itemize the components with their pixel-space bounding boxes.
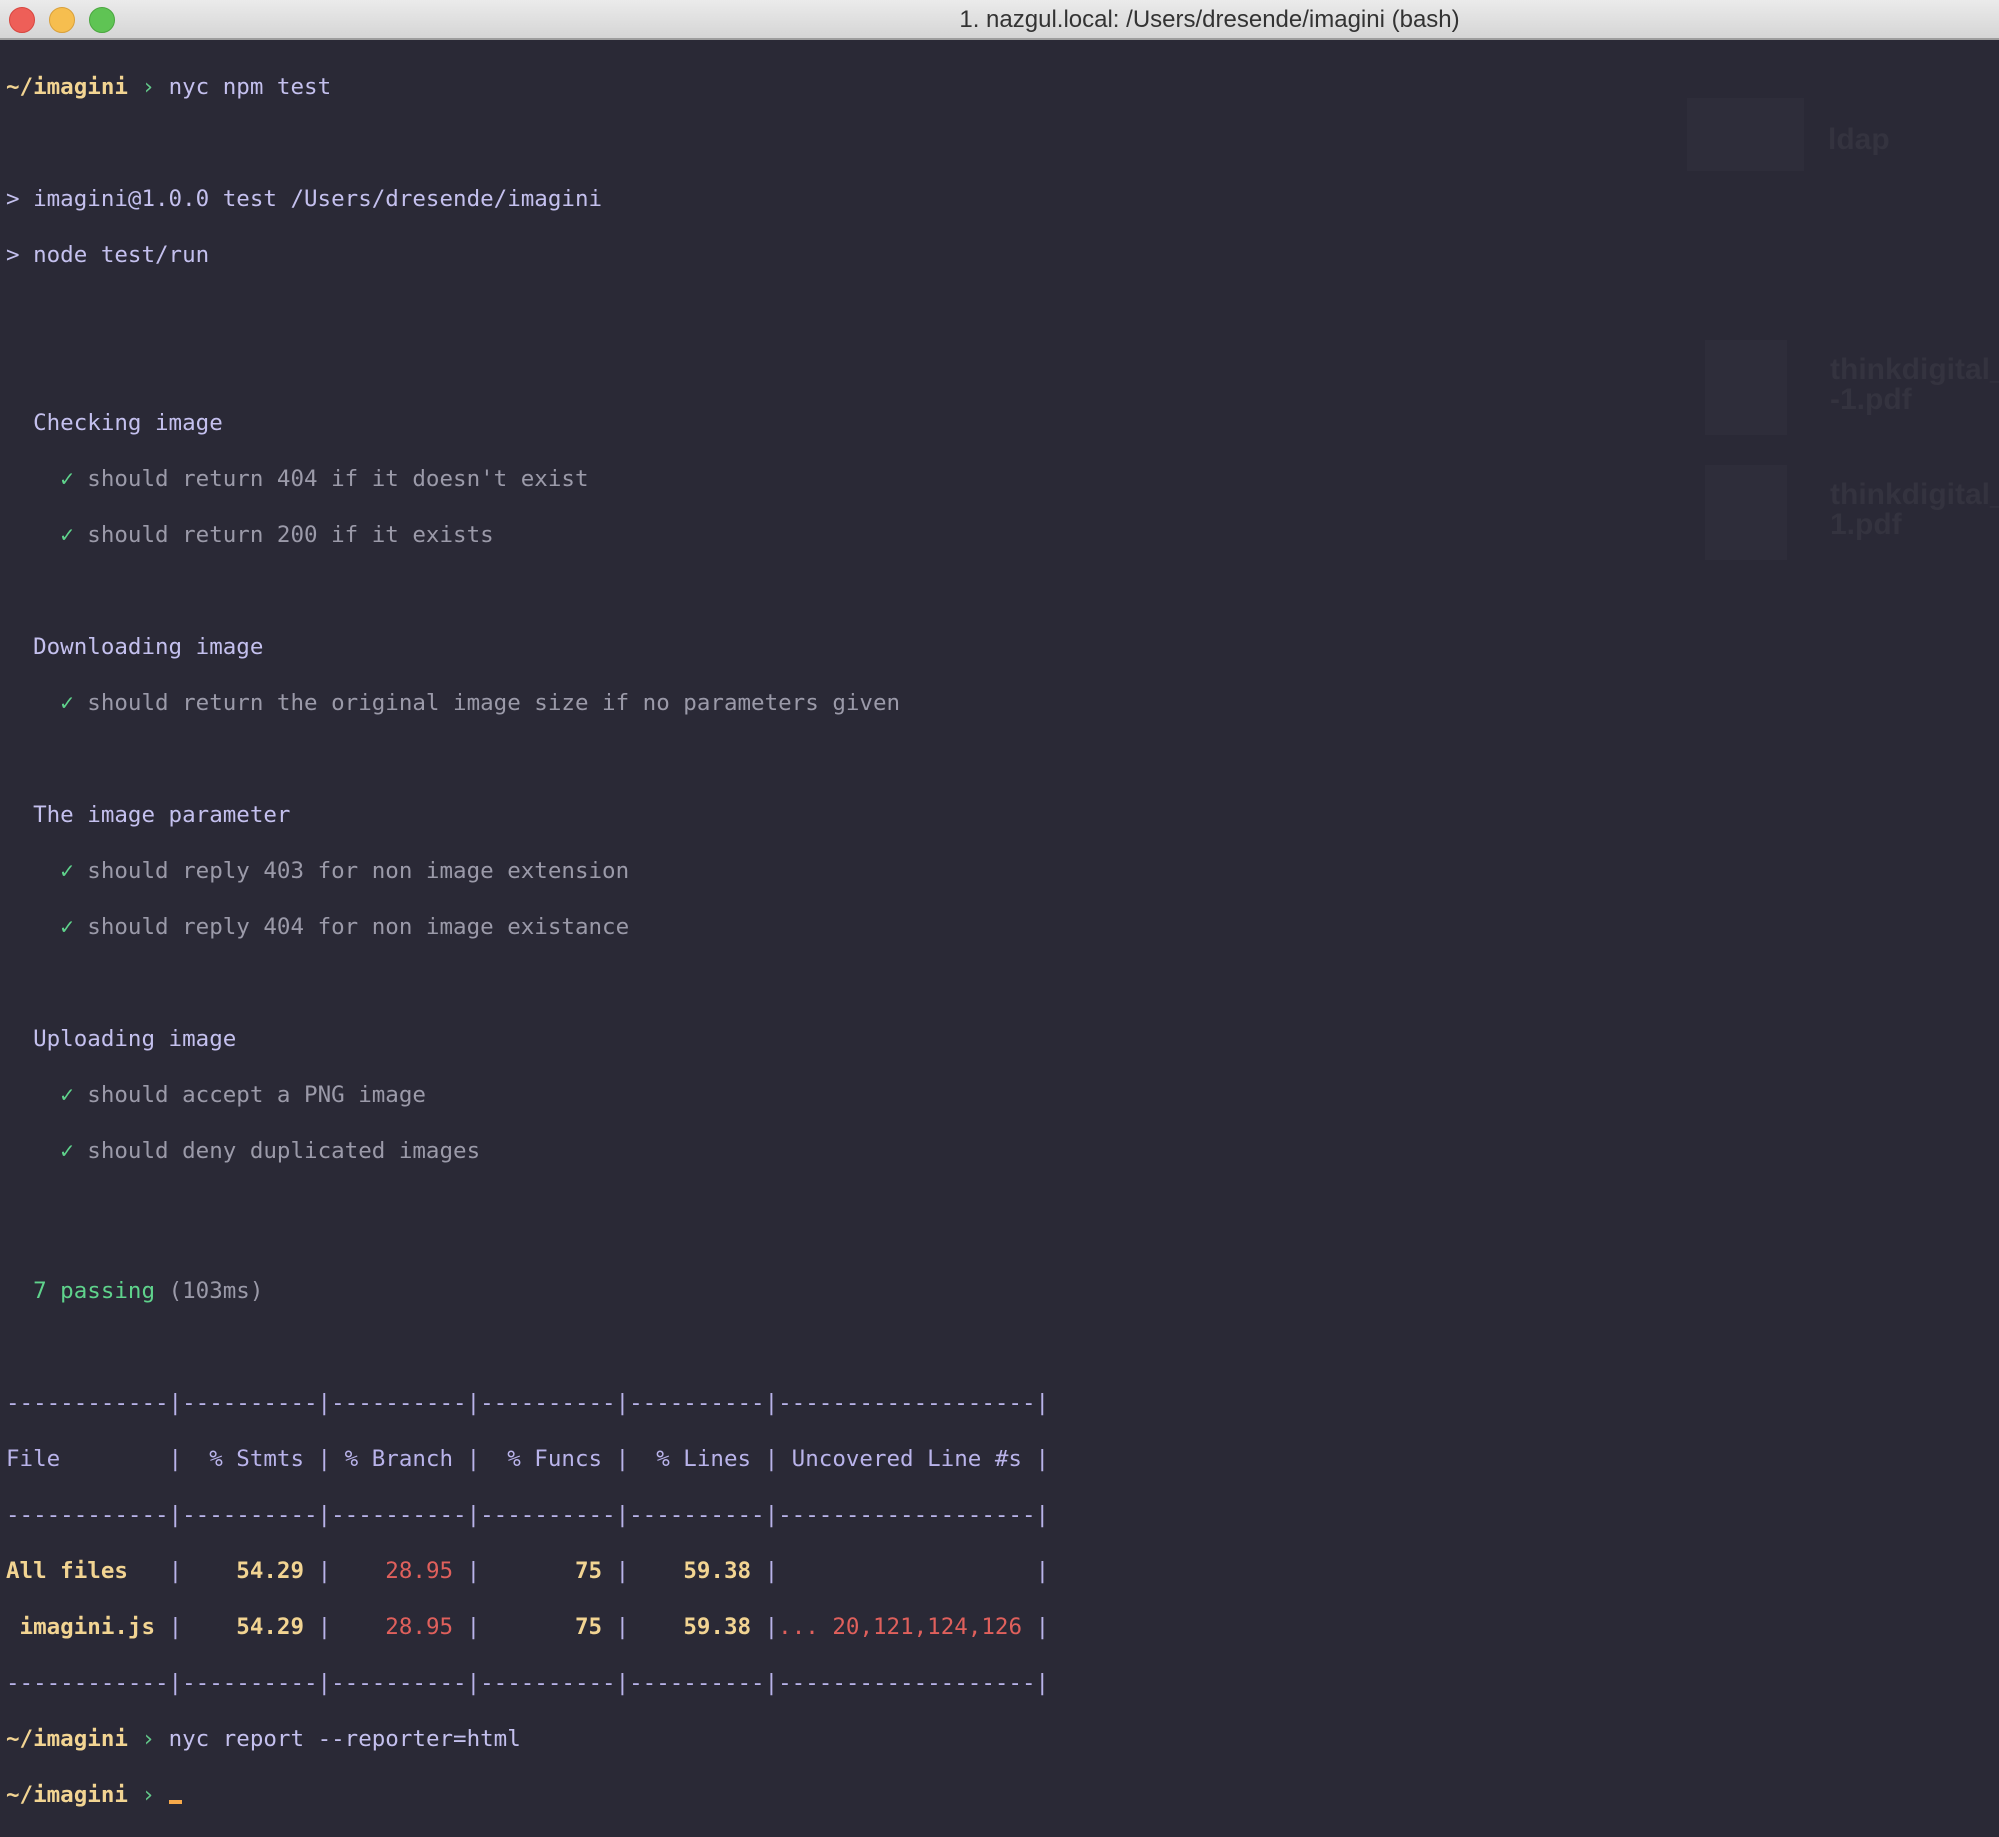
- check-icon: ✓: [60, 914, 74, 940]
- prompt-arrow: ›: [141, 1726, 156, 1752]
- coverage-lines: 59.38: [629, 1614, 765, 1640]
- test-name: should deny duplicated images: [87, 1138, 481, 1164]
- table-row: imagini.js | 54.29 | 28.95 | 75 | 59.38 …: [6, 1613, 1999, 1641]
- command: nyc report --reporter=html: [168, 1726, 521, 1752]
- test-name: should return 404 if it doesn't exist: [87, 466, 589, 492]
- coverage-funcs: 75: [480, 1558, 616, 1584]
- check-icon: ✓: [60, 690, 74, 716]
- prompt-arrow: ›: [141, 1782, 156, 1808]
- table-border: |: [168, 1558, 183, 1584]
- suite-title: Downloading image: [33, 634, 264, 660]
- suite-title: Uploading image: [33, 1026, 237, 1052]
- table-border: |: [615, 1614, 630, 1640]
- prompt-arrow: ›: [141, 74, 156, 100]
- coverage-file: imagini.js: [6, 1614, 169, 1640]
- table-border: |: [317, 1614, 332, 1640]
- suite-title: The image parameter: [33, 802, 291, 828]
- table-row: All files | 54.29 | 28.95 | 75 | 59.38 |…: [6, 1557, 1999, 1585]
- terminal-output[interactable]: ~/imagini › nyc npm test > imagini@1.0.0…: [6, 45, 1999, 1837]
- test-name: should accept a PNG image: [87, 1082, 426, 1108]
- table-border: |: [764, 1614, 779, 1640]
- test-name: should reply 404 for non image existance: [87, 914, 630, 940]
- check-icon: ✓: [60, 858, 74, 884]
- command: nyc npm test: [168, 74, 332, 100]
- window-titlebar: 1. nazgul.local: /Users/dresende/imagini…: [0, 0, 1999, 40]
- prompt-line: ~/imagini ›: [6, 1781, 1999, 1809]
- table-separator: ------------|----------|----------|-----…: [6, 1502, 1050, 1528]
- npm-output-line: > node test/run: [6, 242, 210, 268]
- table-border: |: [466, 1558, 481, 1584]
- prompt-line: ~/imagini › nyc npm test: [6, 73, 1999, 101]
- test-name: should reply 403 for non image extension: [87, 858, 630, 884]
- table-border: |: [615, 1558, 630, 1584]
- test-name: should return the original image size if…: [87, 690, 901, 716]
- prompt-line: ~/imagini › nyc report --reporter=html: [6, 1725, 1999, 1753]
- table-border: |: [466, 1614, 481, 1640]
- cursor: [168, 1800, 182, 1804]
- coverage-stmts: 54.29: [182, 1614, 318, 1640]
- coverage-funcs: 75: [480, 1614, 616, 1640]
- coverage-uncovered: [778, 1558, 1035, 1584]
- coverage-stmts: 54.29: [182, 1558, 318, 1584]
- coverage-file: All files: [6, 1558, 169, 1584]
- passing-count: 7 passing: [33, 1278, 156, 1304]
- table-border: |: [1035, 1614, 1050, 1640]
- table-separator: ------------|----------|----------|-----…: [6, 1390, 1050, 1416]
- prompt-path: ~/imagini: [6, 1726, 128, 1752]
- coverage-branch: 28.95: [331, 1614, 467, 1640]
- suite-title: Checking image: [33, 410, 223, 436]
- table-separator: ------------|----------|----------|-----…: [6, 1670, 1050, 1696]
- coverage-branch: 28.95: [331, 1558, 467, 1584]
- check-icon: ✓: [60, 466, 74, 492]
- table-header: File | % Stmts | % Branch | % Funcs | % …: [6, 1446, 1050, 1472]
- check-icon: ✓: [60, 1082, 74, 1108]
- prompt-path: ~/imagini: [6, 1782, 128, 1808]
- check-icon: ✓: [60, 1138, 74, 1164]
- test-duration: (103ms): [168, 1278, 264, 1304]
- check-icon: ✓: [60, 522, 74, 548]
- test-name: should return 200 if it exists: [87, 522, 494, 548]
- table-border: |: [1035, 1558, 1050, 1584]
- npm-output-line: > imagini@1.0.0 test /Users/dresende/ima…: [6, 186, 603, 212]
- coverage-lines: 59.38: [629, 1558, 765, 1584]
- table-border: |: [317, 1558, 332, 1584]
- table-border: |: [764, 1558, 779, 1584]
- table-border: |: [168, 1614, 183, 1640]
- window-title: 1. nazgul.local: /Users/dresende/imagini…: [959, 6, 1460, 33]
- coverage-uncovered: ... 20,121,124,126: [778, 1614, 1036, 1640]
- prompt-path: ~/imagini: [6, 74, 128, 100]
